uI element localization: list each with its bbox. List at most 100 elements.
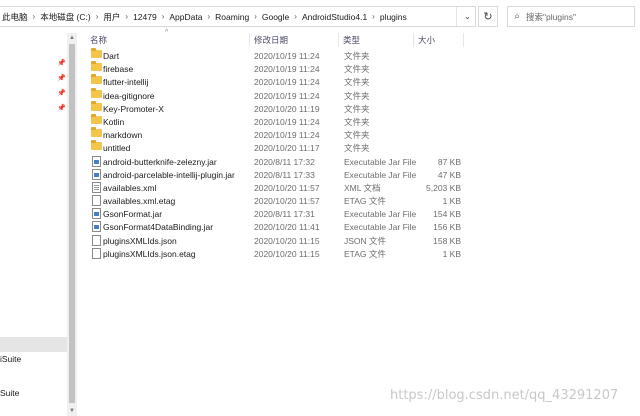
chevron-down-icon[interactable]: ⌄ [456, 7, 478, 26]
column-name-label: 名称 [90, 35, 108, 45]
breadcrumb-this-pc[interactable]: 此电脑 [0, 11, 30, 23]
chevron-right-icon[interactable]: › [369, 12, 378, 21]
chevron-right-icon[interactable]: › [93, 12, 102, 21]
column-header-date[interactable]: 修改日期 [250, 33, 339, 47]
file-icon [88, 234, 101, 247]
column-header-name[interactable]: 名称 [86, 33, 250, 47]
column-header-size[interactable]: 大小 [414, 33, 464, 47]
file-row[interactable]: Dart 2020/10/19 11:24 文件夹 [86, 48, 486, 63]
file-name: android-parcelable-intellij-plugin.jar [103, 169, 235, 180]
chevron-right-icon[interactable]: › [291, 12, 300, 21]
pin-icon[interactable]: 📌 [57, 74, 66, 82]
file-row[interactable]: pluginsXMLIds.json 2020/10/20 11:15 JSON 文… [86, 234, 486, 248]
refresh-button[interactable]: ↻ [478, 6, 498, 27]
file-name: availables.xml.etag [103, 196, 176, 207]
file-type: Executable Jar File [344, 169, 417, 180]
icon-shape [91, 100, 102, 111]
scroll-up-icon[interactable]: ▲ [67, 33, 77, 43]
address-bar[interactable]: 此电脑 › 本地磁盘 (C:) › 用户 › 12479 › AppData ›… [0, 6, 476, 27]
file-row[interactable]: pluginsXMLIds.json.etag 2020/10/20 11:15 E… [86, 247, 486, 261]
breadcrumb-plugins[interactable]: plugins [378, 12, 409, 22]
icon-shape [91, 61, 102, 72]
file-type: JSON 文件 [344, 235, 387, 246]
file-date: 2020/8/11 17:31 [254, 209, 315, 220]
file-type: 文件夹 [344, 143, 370, 154]
folder-icon [88, 74, 102, 88]
file-name: GsonFormat.jar [103, 209, 163, 220]
file-type: 文件夹 [344, 116, 370, 127]
icon-shape [91, 48, 102, 58]
breadcrumb-users[interactable]: 用户 [101, 11, 122, 23]
file-name: markdown [103, 130, 143, 141]
file-date: 2020/10/20 11:19 [254, 103, 320, 114]
folder-icon [88, 127, 102, 141]
file-row[interactable]: availables.xml.etag 2020/10/20 11:57 ETAG … [86, 195, 486, 208]
jar-file-icon [88, 168, 101, 181]
icon-shape [91, 127, 102, 138]
jar-file-icon [88, 208, 101, 220]
icon-shape [92, 168, 101, 180]
file-name: Dart [103, 51, 120, 61]
file-row[interactable]: android-parcelable-intellij-plugin.jar 20… [86, 168, 486, 182]
file-date: 2020/10/20 11:57 [254, 182, 320, 193]
pin-icon[interactable]: 📌 [57, 104, 66, 112]
file-row[interactable]: idea-gitignore 2020/10/19 11:24 文件夹 [86, 87, 486, 103]
file-row[interactable]: untitled 2020/10/20 11:17 文件夹 [86, 140, 486, 155]
search-input[interactable]: ⌕ 搜索"plugins" [507, 6, 635, 27]
file-name: firebase [103, 64, 134, 75]
file-row[interactable]: markdown 2020/10/19 11:24 文件夹 [86, 127, 486, 142]
scroll-down-icon[interactable]: ▼ [67, 406, 77, 416]
column-header-type[interactable]: 类型 [339, 33, 414, 47]
nav-item-suite[interactable]: Suite [0, 388, 19, 398]
file-type: XML 文档 [344, 182, 381, 193]
file-date: 2020/10/20 11:17 [254, 143, 320, 154]
file-row[interactable]: GsonFormat.jar 2020/8/11 17:31 Executable … [86, 208, 486, 221]
file-size: 87 KB [437, 156, 461, 167]
file-name: availables.xml [103, 182, 157, 193]
file-date: 2020/10/19 11:24 [254, 90, 320, 101]
address-row: 此电脑 › 本地磁盘 (C:) › 用户 › 12479 › AppData ›… [0, 0, 640, 33]
nav-item-isuite[interactable]: iSuite [0, 354, 21, 364]
file-name: Key-Promoter-X [103, 103, 164, 114]
file-row[interactable]: Key-Promoter-X 2020/10/20 11:19 文件夹 [86, 100, 486, 116]
file-name: Kotlin [103, 116, 125, 127]
chevron-right-icon[interactable]: › [204, 12, 213, 21]
watermark: https://blog.csdn.net/qq_43291207 [390, 388, 619, 403]
column-date-label: 修改日期 [254, 35, 289, 45]
xml-file-icon [88, 181, 101, 194]
breadcrumb-roaming[interactable]: Roaming [213, 12, 251, 22]
file-size: 1 KB [442, 196, 461, 207]
breadcrumb-google[interactable]: Google [260, 12, 291, 22]
file-list: Dart 2020/10/19 11:24 文件夹 firebase 2020/10/1… [86, 48, 486, 261]
file-row[interactable]: GsonFormat4DataBinding.jar 2020/10/20 11:… [86, 221, 486, 234]
nav-scrollbar[interactable]: ▲ ▼ [67, 33, 77, 416]
chevron-right-icon[interactable]: › [159, 12, 168, 21]
breadcrumb-local-disk[interactable]: 本地磁盘 (C:) [38, 11, 93, 23]
chevron-right-icon[interactable]: › [251, 12, 260, 21]
file-type: 文件夹 [344, 90, 370, 101]
file-row[interactable]: flutter-intellij 2020/10/19 11:24 文件夹 [86, 74, 486, 89]
file-size: 156 KB [433, 222, 461, 233]
icon-shape [91, 140, 102, 151]
breadcrumb-user[interactable]: 12479 [131, 12, 159, 22]
file-type: 文件夹 [344, 130, 370, 141]
icon-shape [91, 74, 102, 85]
folder-icon [88, 61, 102, 75]
breadcrumb-appdata[interactable]: AppData [167, 12, 204, 22]
pin-icon[interactable]: 📌 [57, 89, 66, 97]
breadcrumb-androidstudio[interactable]: AndroidStudio4.1 [300, 12, 369, 22]
file-row[interactable]: android-butterknife-zelezny.jar 2020/8/11… [86, 155, 486, 169]
file-date: 2020/10/20 11:15 [254, 248, 320, 259]
file-row[interactable]: availables.xml 2020/10/20 11:57 XML 文档 5,20… [86, 181, 486, 195]
folder-icon [88, 48, 102, 62]
scrollbar-thumb[interactable] [69, 44, 75, 403]
file-name: pluginsXMLIds.json [103, 235, 177, 246]
refresh-icon: ↻ [483, 11, 493, 23]
file-type: ETAG 文件 [344, 248, 386, 259]
file-row[interactable]: Kotlin 2020/10/19 11:24 文件夹 [86, 113, 486, 129]
pin-icon[interactable]: 📌 [57, 59, 66, 67]
file-date: 2020/10/20 11:41 [254, 222, 320, 233]
file-row[interactable]: firebase 2020/10/19 11:24 文件夹 [86, 61, 486, 76]
chevron-right-icon[interactable]: › [122, 12, 131, 21]
chevron-right-icon[interactable]: › [30, 12, 39, 21]
